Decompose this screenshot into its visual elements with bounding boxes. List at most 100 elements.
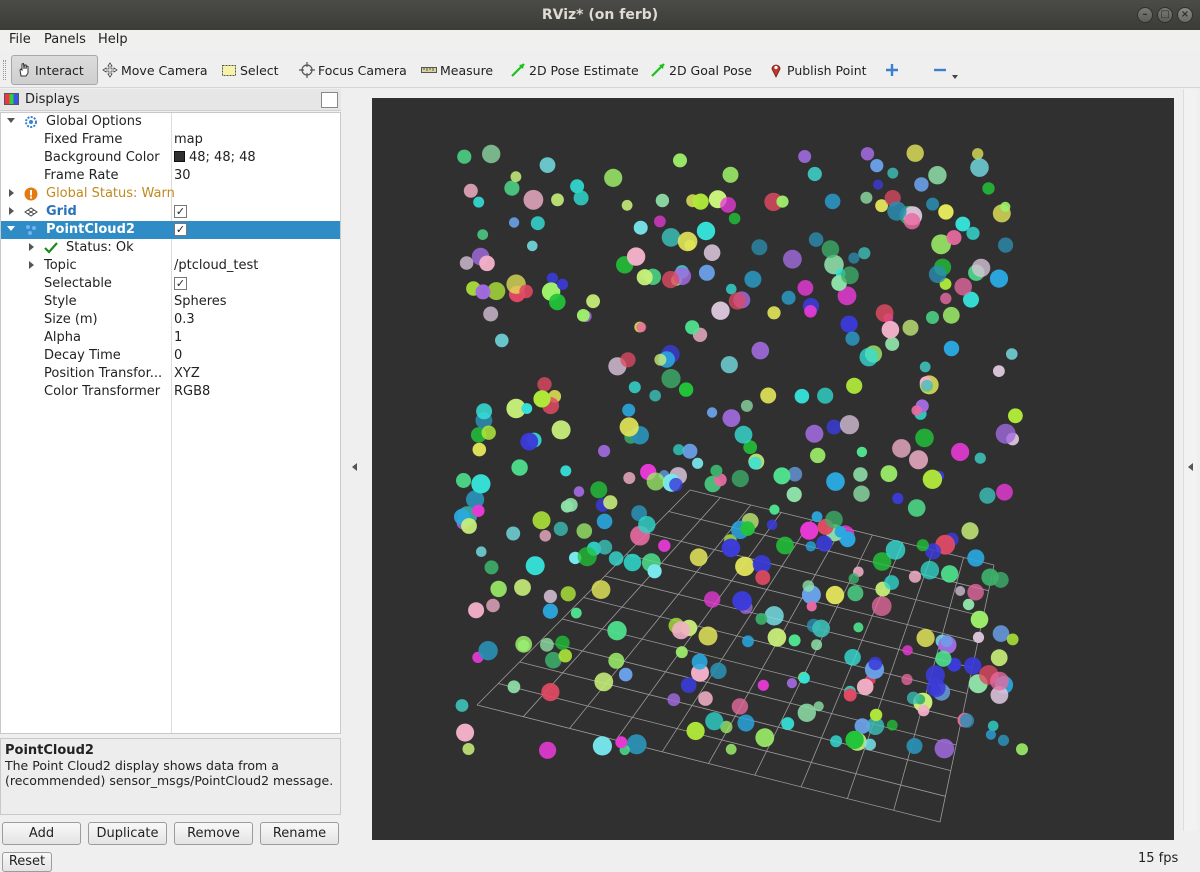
select-tool-button[interactable]: Select	[221, 55, 279, 85]
expand-right-icon[interactable]	[9, 207, 14, 215]
tree-row-position-transformer[interactable]: Position Transfor... XYZ	[1, 365, 340, 383]
point-sphere	[766, 519, 778, 531]
tree-row-fixed-frame[interactable]: Fixed Frame map	[1, 131, 340, 149]
tree-row-topic[interactable]: Topic /ptcloud_test	[1, 257, 340, 275]
tree-row-global-options[interactable]: Global Options	[1, 113, 340, 131]
menu-bar: File Panels Help	[0, 30, 1200, 50]
point-sphere	[987, 720, 999, 732]
point-sphere	[649, 389, 661, 402]
point-sphere	[636, 322, 647, 333]
tree-row-selectable[interactable]: Selectable ✓	[1, 275, 340, 293]
point-sphere	[661, 369, 681, 389]
point-sphere	[546, 272, 558, 284]
menu-file[interactable]: File	[9, 32, 31, 47]
expand-down-icon[interactable]	[7, 118, 15, 123]
remove-tool-button[interactable]	[932, 55, 959, 85]
tree-row-color-transformer[interactable]: Color Transformer RGB8	[1, 383, 340, 401]
move-camera-tool-button[interactable]: Move Camera	[102, 55, 208, 85]
expand-down-icon[interactable]	[7, 226, 15, 231]
point-sphere	[541, 683, 560, 702]
selectable-checkbox[interactable]: ✓	[174, 277, 187, 290]
point-sphere	[737, 714, 755, 732]
point-sphere	[798, 672, 810, 684]
pose-estimate-label: 2D Pose Estimate	[529, 62, 639, 78]
checkmark-icon	[44, 242, 58, 254]
tree-row-global-status[interactable]: Global Status: Warn	[1, 185, 340, 203]
point-sphere	[997, 734, 1010, 747]
reset-button[interactable]: Reset	[2, 852, 52, 872]
position-transformer-value[interactable]: XYZ	[174, 366, 200, 381]
point-sphere	[720, 356, 738, 374]
tree-row-grid[interactable]: Grid ✓	[1, 203, 340, 221]
measure-tool-button[interactable]: Measure	[421, 55, 493, 85]
rename-button[interactable]: Rename	[260, 822, 339, 845]
pose-estimate-tool-button[interactable]: 2D Pose Estimate	[510, 55, 639, 85]
point-sphere	[864, 738, 876, 751]
point-sphere	[472, 442, 487, 457]
undock-button[interactable]	[321, 92, 338, 108]
expand-right-icon[interactable]	[29, 261, 34, 269]
point-sphere	[680, 677, 697, 693]
color-transformer-value[interactable]: RGB8	[174, 384, 210, 399]
description-panel: PointCloud2 The Point Cloud2 display sho…	[0, 738, 341, 815]
tree-row-alpha[interactable]: Alpha 1	[1, 329, 340, 347]
duplicate-button[interactable]: Duplicate	[88, 822, 167, 845]
menu-panels[interactable]: Panels	[44, 32, 86, 47]
add-tool-button[interactable]	[884, 55, 903, 85]
add-button[interactable]: Add	[2, 822, 81, 845]
decay-time-value[interactable]: 0	[174, 348, 182, 363]
topic-value[interactable]: /ptcloud_test	[174, 258, 258, 273]
point-sphere	[692, 457, 704, 469]
point-sphere	[892, 492, 904, 505]
point-sphere	[646, 472, 665, 491]
point-sphere	[691, 653, 708, 670]
expand-right-icon[interactable]	[9, 189, 14, 197]
tree-row-frame-rate[interactable]: Frame Rate 30	[1, 167, 340, 185]
point-sphere	[504, 180, 520, 196]
size-value[interactable]: 0.3	[174, 312, 195, 327]
goal-pose-tool-button[interactable]: 2D Goal Pose	[650, 55, 752, 85]
right-dock-area[interactable]	[1183, 89, 1197, 831]
point-sphere	[622, 403, 636, 417]
point-sphere	[490, 580, 507, 598]
tree-row-decay-time[interactable]: Decay Time 0	[1, 347, 340, 365]
expand-right-icon[interactable]	[29, 243, 34, 251]
close-button[interactable]: ×	[1177, 7, 1193, 23]
background-color-field[interactable]: 48; 48; 48	[174, 150, 256, 165]
point-sphere	[549, 293, 566, 311]
displays-tree: Global Options Fixed Frame map Backgroun…	[0, 112, 341, 734]
point-sphere	[885, 336, 900, 351]
fixed-frame-value[interactable]: map	[174, 132, 203, 147]
render-view[interactable]	[372, 98, 1174, 840]
pointcloud2-checkbox[interactable]: ✓	[174, 223, 187, 236]
interact-tool-button[interactable]: Interact	[11, 55, 98, 85]
render-canvas[interactable]	[372, 98, 1174, 840]
focus-camera-tool-button[interactable]: Focus Camera	[299, 55, 407, 85]
remove-button[interactable]: Remove	[174, 822, 253, 845]
style-value[interactable]: Spheres	[174, 294, 227, 309]
grid-checkbox[interactable]: ✓	[174, 205, 187, 218]
alpha-value[interactable]: 1	[174, 330, 182, 345]
point-sphere	[805, 541, 816, 552]
point-sphere	[689, 548, 708, 567]
point-sphere	[615, 736, 628, 749]
point-sphere	[475, 284, 491, 300]
publish-point-tool-button[interactable]: Publish Point	[768, 55, 867, 85]
maximize-button[interactable]: □	[1157, 7, 1173, 23]
tree-row-size[interactable]: Size (m) 0.3	[1, 311, 340, 329]
right-splitter-handle[interactable]	[1188, 463, 1193, 471]
menu-help[interactable]: Help	[98, 32, 128, 47]
tree-row-style[interactable]: Style Spheres	[1, 293, 340, 311]
tree-row-background-color[interactable]: Background Color 48; 48; 48	[1, 149, 340, 167]
frame-rate-value[interactable]: 30	[174, 168, 191, 183]
tree-row-status[interactable]: Status: Ok	[1, 239, 340, 257]
tree-row-pointcloud2[interactable]: PointCloud2 ✓	[1, 221, 340, 239]
point-sphere	[619, 417, 639, 437]
status-label: Status: Ok	[66, 240, 134, 255]
left-splitter-handle[interactable]	[352, 463, 357, 471]
point-sphere	[930, 684, 942, 696]
color-swatch[interactable]	[174, 151, 185, 162]
point-sphere	[902, 645, 913, 656]
toolbar-grip[interactable]	[3, 60, 6, 80]
minimize-button[interactable]: –	[1137, 7, 1153, 23]
